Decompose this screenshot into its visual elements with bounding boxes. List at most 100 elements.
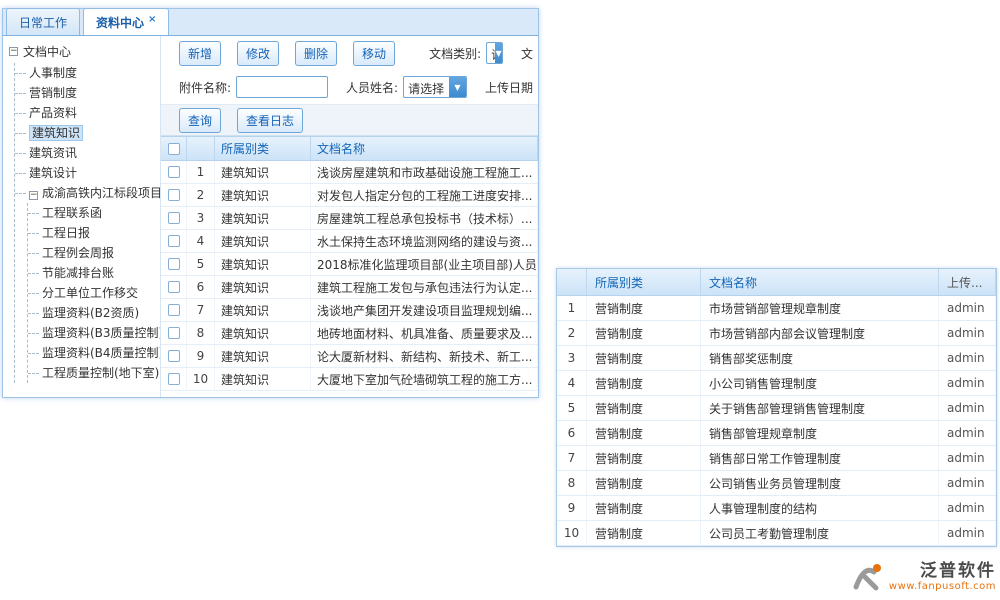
row-checkbox[interactable]: [168, 166, 180, 178]
table-row[interactable]: 6 建筑知识 建筑工程施工发包与承包违法行为认定...: [161, 276, 538, 299]
tree-item[interactable]: 节能减排台账: [28, 263, 160, 283]
table-row[interactable]: 2 营销制度 市场营销部内部会议管理制度 admin: [557, 321, 996, 346]
row-category: 营销制度: [587, 321, 701, 345]
row-checkbox[interactable]: [168, 235, 180, 247]
query-button[interactable]: 查询: [179, 108, 221, 133]
tree-item[interactable]: 监理资料(B2资质): [28, 303, 160, 323]
table-row[interactable]: 4 营销制度 小公司销售管理制度 admin: [557, 371, 996, 396]
row-index: 8: [187, 322, 215, 344]
row-checkbox[interactable]: [168, 373, 180, 385]
row-category: 建筑知识: [215, 368, 311, 390]
row-index: 4: [557, 371, 587, 395]
table-row[interactable]: 2 建筑知识 对发包人指定分包的工程施工进度安排...: [161, 184, 538, 207]
row-doc-name: 浅谈地产集团开发建设项目监理规划编...: [311, 299, 538, 321]
row-category: 建筑知识: [215, 161, 311, 183]
close-icon[interactable]: ×: [148, 14, 156, 25]
tree-item-building-design[interactable]: 建筑设计: [15, 163, 160, 183]
row-doc-name: 公司销售业务员管理制度: [701, 471, 939, 495]
tree-item-hr-policy[interactable]: 人事制度: [15, 63, 160, 83]
row-index: 10: [187, 368, 215, 390]
collapse-icon[interactable]: −: [9, 47, 18, 56]
table-row[interactable]: 10 建筑知识 大厦地下室加气砼墙砌筑工程的施工方...: [161, 368, 538, 391]
fanpu-logo-icon: [852, 561, 884, 594]
row-doc-name: 市场营销部管理规章制度: [701, 296, 939, 320]
row-checkbox[interactable]: [168, 327, 180, 339]
tree-item-product-data[interactable]: 产品资料: [15, 103, 160, 123]
row-checkbox[interactable]: [168, 258, 180, 270]
table-row[interactable]: 1 建筑知识 浅谈房屋建筑和市政基础设施工程施工...: [161, 161, 538, 184]
table-row[interactable]: 8 建筑知识 地砖地面材料、机具准备、质量要求及...: [161, 322, 538, 345]
edit-button[interactable]: 修改: [237, 41, 279, 66]
table-row[interactable]: 5 建筑知识 2018标准化监理项目部(业主项目部)人员...: [161, 253, 538, 276]
view-log-button[interactable]: 查看日志: [237, 108, 303, 133]
table-row[interactable]: 9 建筑知识 论大厦新材料、新结构、新技术、新工...: [161, 345, 538, 368]
table-row[interactable]: 4 建筑知识 水土保持生态环境监测网络的建设与资...: [161, 230, 538, 253]
row-doc-name: 销售部管理规章制度: [701, 421, 939, 445]
row-index: 6: [557, 421, 587, 445]
row-checkbox[interactable]: [168, 350, 180, 362]
tree-item[interactable]: 分工单位工作移交: [28, 283, 160, 303]
add-button[interactable]: 新增: [179, 41, 221, 66]
table-row[interactable]: 1 营销制度 市场营销部管理规章制度 admin: [557, 296, 996, 321]
tab-data-center[interactable]: 资料中心×: [83, 8, 169, 35]
table-row[interactable]: 3 建筑知识 房屋建筑工程总承包投标书（技术标）...: [161, 207, 538, 230]
attachment-name-label: 附件名称:: [179, 79, 231, 96]
tree-item-marketing-policy[interactable]: 营销制度: [15, 83, 160, 103]
logo-site-url: www.fanpusoft.com: [889, 581, 996, 593]
table-row[interactable]: 8 营销制度 公司销售业务员管理制度 admin: [557, 471, 996, 496]
table-row[interactable]: 5 营销制度 关于销售部管理销售管理制度 admin: [557, 396, 996, 421]
tree-item[interactable]: 工程日报: [28, 223, 160, 243]
tree-item[interactable]: 工程联系函: [28, 203, 160, 223]
tree-item[interactable]: 监理资料(B3质量控制): [28, 323, 160, 343]
person-name-select[interactable]: 请选择 ▼: [403, 76, 467, 98]
tree-item-building-news[interactable]: 建筑资讯: [15, 143, 160, 163]
tree-item[interactable]: 工程质量控制(地下室): [28, 363, 160, 383]
row-checkbox[interactable]: [168, 212, 180, 224]
tree-node-root[interactable]: − 文档中心: [9, 41, 160, 63]
row-uploader: admin: [939, 471, 996, 495]
tab-daily-work[interactable]: 日常工作: [6, 8, 80, 35]
row-category: 建筑知识: [215, 207, 311, 229]
row-checkbox[interactable]: [168, 281, 180, 293]
row-checkbox[interactable]: [168, 189, 180, 201]
table-row[interactable]: 10 营销制度 公司员工考勤管理制度 admin: [557, 521, 996, 546]
doc-category-select[interactable]: 请选择 ▼: [486, 42, 503, 64]
collapse-icon[interactable]: −: [29, 191, 38, 200]
delete-button[interactable]: 删除: [295, 41, 337, 66]
row-doc-name: 建筑工程施工发包与承包违法行为认定...: [311, 276, 538, 298]
row-index: 8: [557, 471, 587, 495]
logo-name: 泛普软件: [920, 562, 996, 581]
row-category: 建筑知识: [215, 299, 311, 321]
marketing-table-body: 1 营销制度 市场营销部管理规章制度 admin 2 营销制度 市场营销部内部会…: [557, 296, 996, 546]
row-uploader: admin: [939, 496, 996, 520]
table-row[interactable]: 6 营销制度 销售部管理规章制度 admin: [557, 421, 996, 446]
select-all-checkbox[interactable]: [168, 143, 180, 155]
tree-item-building-knowledge[interactable]: 建筑知识: [15, 123, 160, 143]
main-content: 新增 修改 删除 移动 文档类别: 请选择 ▼ 文 附件名称: 人员姓名:: [161, 36, 538, 397]
row-index: 1: [557, 296, 587, 320]
row-doc-name: 大厦地下室加气砼墙砌筑工程的施工方...: [311, 368, 538, 390]
tree-node-project[interactable]: −成渝高铁内江标段项目: [15, 183, 160, 203]
move-button[interactable]: 移动: [353, 41, 395, 66]
tree-item[interactable]: 工程例会周报: [28, 243, 160, 263]
row-uploader: admin: [939, 396, 996, 420]
table-row[interactable]: 9 营销制度 人事管理制度的结构 admin: [557, 496, 996, 521]
row-index: 5: [557, 396, 587, 420]
attachment-name-input[interactable]: [236, 76, 328, 98]
column-header-name: 文档名称: [311, 137, 538, 160]
tree-item[interactable]: 监理资料(B4质量控制): [28, 343, 160, 363]
table-row[interactable]: 3 营销制度 销售部奖惩制度 admin: [557, 346, 996, 371]
row-index: 1: [187, 161, 215, 183]
row-checkbox[interactable]: [168, 304, 180, 316]
row-doc-name: 人事管理制度的结构: [701, 496, 939, 520]
table-row[interactable]: 7 营销制度 销售部日常工作管理制度 admin: [557, 446, 996, 471]
row-category: 建筑知识: [215, 322, 311, 344]
row-doc-name: 公司员工考勤管理制度: [701, 521, 939, 545]
row-category: 营销制度: [587, 346, 701, 370]
toolbar-filters: 附件名称: 人员姓名: 请选择 ▼ 上传日期: [161, 70, 538, 104]
row-uploader: admin: [939, 521, 996, 545]
tree-root-label: 文档中心: [23, 43, 71, 60]
table-row[interactable]: 7 建筑知识 浅谈地产集团开发建设项目监理规划编...: [161, 299, 538, 322]
row-category: 营销制度: [587, 496, 701, 520]
row-category: 营销制度: [587, 446, 701, 470]
